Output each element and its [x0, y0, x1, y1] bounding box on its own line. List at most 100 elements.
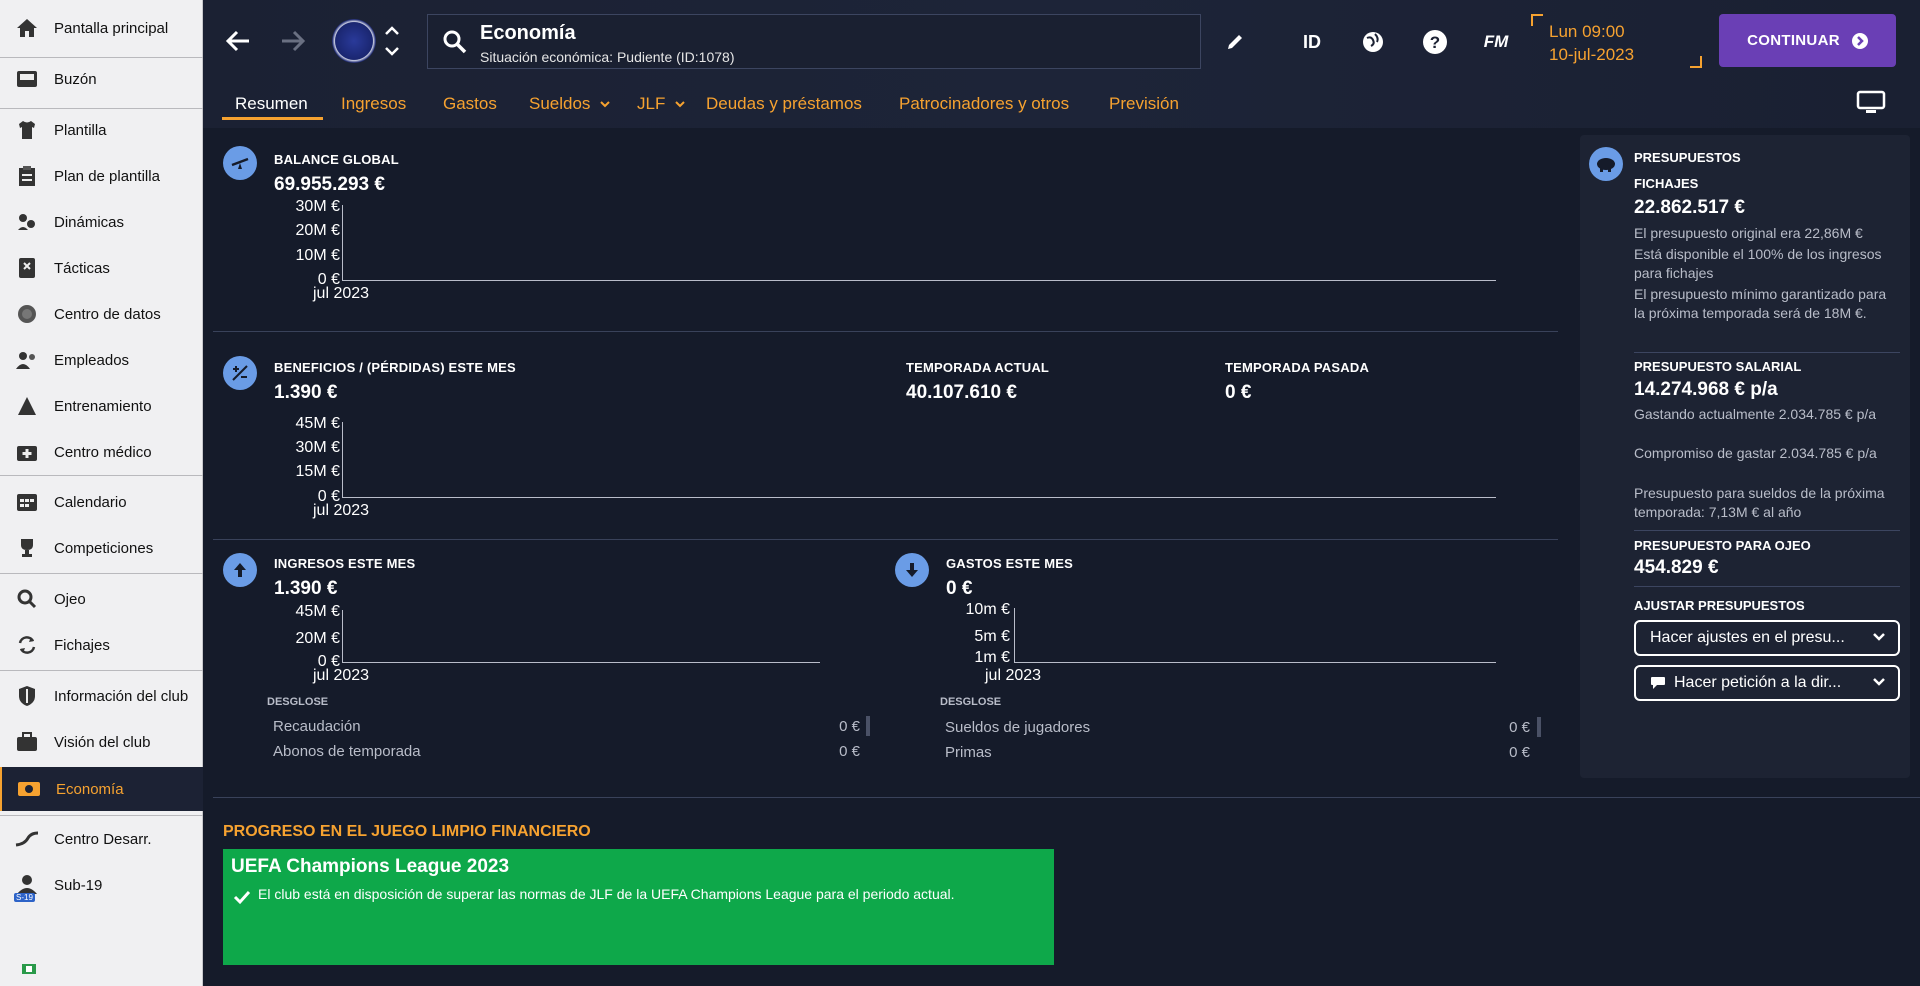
club-crest[interactable] — [332, 19, 376, 63]
page-title-box[interactable]: Economía Situación económica: Pudiente (… — [427, 14, 1201, 69]
tab-jlf[interactable]: JLF — [637, 94, 686, 122]
budget-divider — [1634, 586, 1900, 587]
y-tick: 45M € — [295, 415, 340, 432]
globe-icon — [1363, 32, 1383, 52]
u19-icon: S-19 — [14, 874, 40, 902]
tab-deudas[interactable]: Deudas y préstamos — [706, 94, 862, 122]
expenses-row-name: Primas — [945, 744, 992, 761]
income-row-value: 0 € — [839, 743, 860, 760]
tab-sueldos[interactable]: Sueldos — [529, 94, 611, 122]
game-day-time: Lun 09:00 — [1549, 22, 1625, 41]
clock-bracket-tl — [1531, 14, 1543, 26]
balance-label: BALANCE GLOBAL — [274, 152, 399, 167]
sidebar-item-label: Competiciones — [54, 539, 154, 557]
sidebar-item-label: Tácticas — [54, 259, 110, 277]
last-season-value: 0 € — [1225, 382, 1252, 403]
scouting-budget-value: 454.829 € — [1634, 557, 1719, 578]
sidebar: Pantalla principal Buzón Plantilla Plan … — [0, 0, 203, 986]
tab-gastos[interactable]: Gastos — [443, 94, 497, 122]
chevron-down-icon — [1873, 678, 1885, 686]
sidebar-item-transfers[interactable]: Fichajes — [0, 624, 203, 666]
income-value: 1.390 € — [274, 578, 338, 599]
sidebar-item-finances[interactable]: Economía — [0, 767, 203, 811]
continue-button[interactable]: CONTINUAR — [1719, 14, 1896, 67]
sidebar-item-label: Centro Desarr. — [54, 830, 152, 848]
fm-menu-button[interactable]: FM — [1480, 26, 1512, 58]
clipboard-icon — [14, 165, 40, 187]
tab-ingresos[interactable]: Ingresos — [341, 94, 406, 122]
sidebar-item-data-hub[interactable]: Centro de datos — [0, 293, 203, 335]
sidebar-item-club-info[interactable]: Información del club — [0, 675, 203, 717]
search-icon — [442, 29, 468, 60]
sidebar-item-home[interactable]: Pantalla principal — [0, 7, 203, 49]
sidebar-item-label: Calendario — [54, 493, 127, 511]
piggy-bank-icon — [1589, 147, 1623, 181]
chevron-down-icon — [675, 101, 685, 108]
transfer-budget-value: 22.862.517 € — [1634, 197, 1745, 218]
ffp-title: PROGRESO EN EL JUEGO LIMPIO FINANCIERO — [223, 823, 591, 840]
sidebar-item-label: Información del club — [54, 687, 189, 705]
sidebar-item-squad-plan[interactable]: Plan de plantilla — [0, 155, 203, 197]
sidebar-item-dynamics[interactable]: Dinámicas — [0, 201, 203, 243]
back-button[interactable] — [221, 24, 255, 58]
edit-button[interactable] — [1219, 26, 1251, 58]
sidebar-item-label: Ojeo — [54, 590, 86, 608]
sidebar-item-development[interactable]: Centro Desarr. — [0, 818, 203, 860]
sidebar-item-label: Plan de plantilla — [54, 167, 160, 185]
sidebar-item-u19[interactable]: S-19 Sub-19 — [0, 864, 203, 906]
sidebar-item-squad[interactable]: Plantilla — [0, 109, 203, 151]
x-axis — [1014, 662, 1496, 663]
data-icon — [14, 303, 40, 325]
y-tick: 15M € — [295, 463, 340, 480]
sidebar-item-tactics[interactable]: Tácticas — [0, 247, 203, 289]
adjust-budget-label: Hacer ajustes en el presu... — [1650, 629, 1845, 646]
sidebar-item-label: Centro médico — [54, 443, 152, 461]
wage-note: Gastando actualmente 2.034.785 € p/a — [1634, 406, 1877, 422]
inbox-icon — [14, 68, 40, 90]
expenses-scrollbar[interactable] — [1537, 717, 1541, 737]
sidebar-item-competitions[interactable]: Competiciones — [0, 527, 203, 569]
sidebar-item-club-vision[interactable]: Visión del club — [0, 721, 203, 763]
calendar-icon — [14, 491, 40, 513]
income-breakdown-label: DESGLOSE — [267, 696, 329, 708]
balance-value: 69.955.293 € — [274, 174, 385, 195]
sidebar-item-label: Sub-19 — [54, 876, 103, 894]
shirt-icon — [14, 119, 40, 141]
arrow-circle-right-icon — [1851, 32, 1868, 49]
board-request-dropdown[interactable]: Hacer petición a la dir... — [1634, 665, 1900, 701]
sidebar-item-staff[interactable]: Empleados — [0, 339, 203, 381]
ffp-competition: UEFA Champions League 2023 — [231, 856, 510, 877]
wage-note: Presupuesto para sueldos de la próxima t… — [1634, 485, 1885, 520]
tactics-icon — [14, 257, 40, 279]
speech-bubble-icon — [1651, 677, 1665, 689]
transfer-note: Está disponible el 100% de los ingresos … — [1634, 246, 1882, 281]
income-scrollbar[interactable] — [866, 716, 870, 736]
sidebar-item-training[interactable]: Entrenamiento — [0, 385, 203, 427]
y-tick: 30M € — [295, 198, 340, 215]
sidebar-item-scouting[interactable]: Ojeo — [0, 578, 203, 620]
sidebar-item-label: Dinámicas — [54, 213, 125, 231]
sidebar-item-label: Economía — [56, 780, 124, 798]
world-button[interactable] — [1357, 26, 1389, 58]
y-tick: 5m € — [974, 628, 1010, 645]
expenses-row-name: Sueldos de jugadores — [945, 719, 1091, 736]
trophy-icon — [14, 537, 40, 559]
club-switcher[interactable] — [383, 22, 401, 62]
sidebar-item-inbox[interactable]: Buzón — [0, 58, 203, 100]
adjust-budget-dropdown[interactable]: Hacer ajustes en el presu... — [1634, 620, 1900, 656]
x-axis — [342, 280, 1496, 281]
sidebar-item-medical[interactable]: Centro médico — [0, 431, 203, 473]
y-tick: 10M € — [295, 247, 340, 264]
forward-button[interactable] — [276, 24, 310, 58]
tab-prevision[interactable]: Previsión — [1109, 94, 1179, 122]
y-tick: 1m € — [974, 649, 1010, 666]
help-button[interactable]: ? — [1419, 26, 1451, 58]
game-date[interactable]: Lun 09:00 10-jul-2023 — [1549, 20, 1634, 66]
u19-badge: S-19 — [14, 893, 35, 902]
y-axis — [342, 610, 343, 663]
tab-patrocinadores[interactable]: Patrocinadores y otros — [899, 94, 1069, 122]
id-button[interactable]: ID — [1296, 26, 1328, 58]
ffp-status-card[interactable]: UEFA Champions League 2023 El club está … — [223, 849, 1054, 965]
sidebar-item-calendar[interactable]: Calendario — [0, 481, 203, 523]
chevron-down-icon — [600, 101, 610, 108]
